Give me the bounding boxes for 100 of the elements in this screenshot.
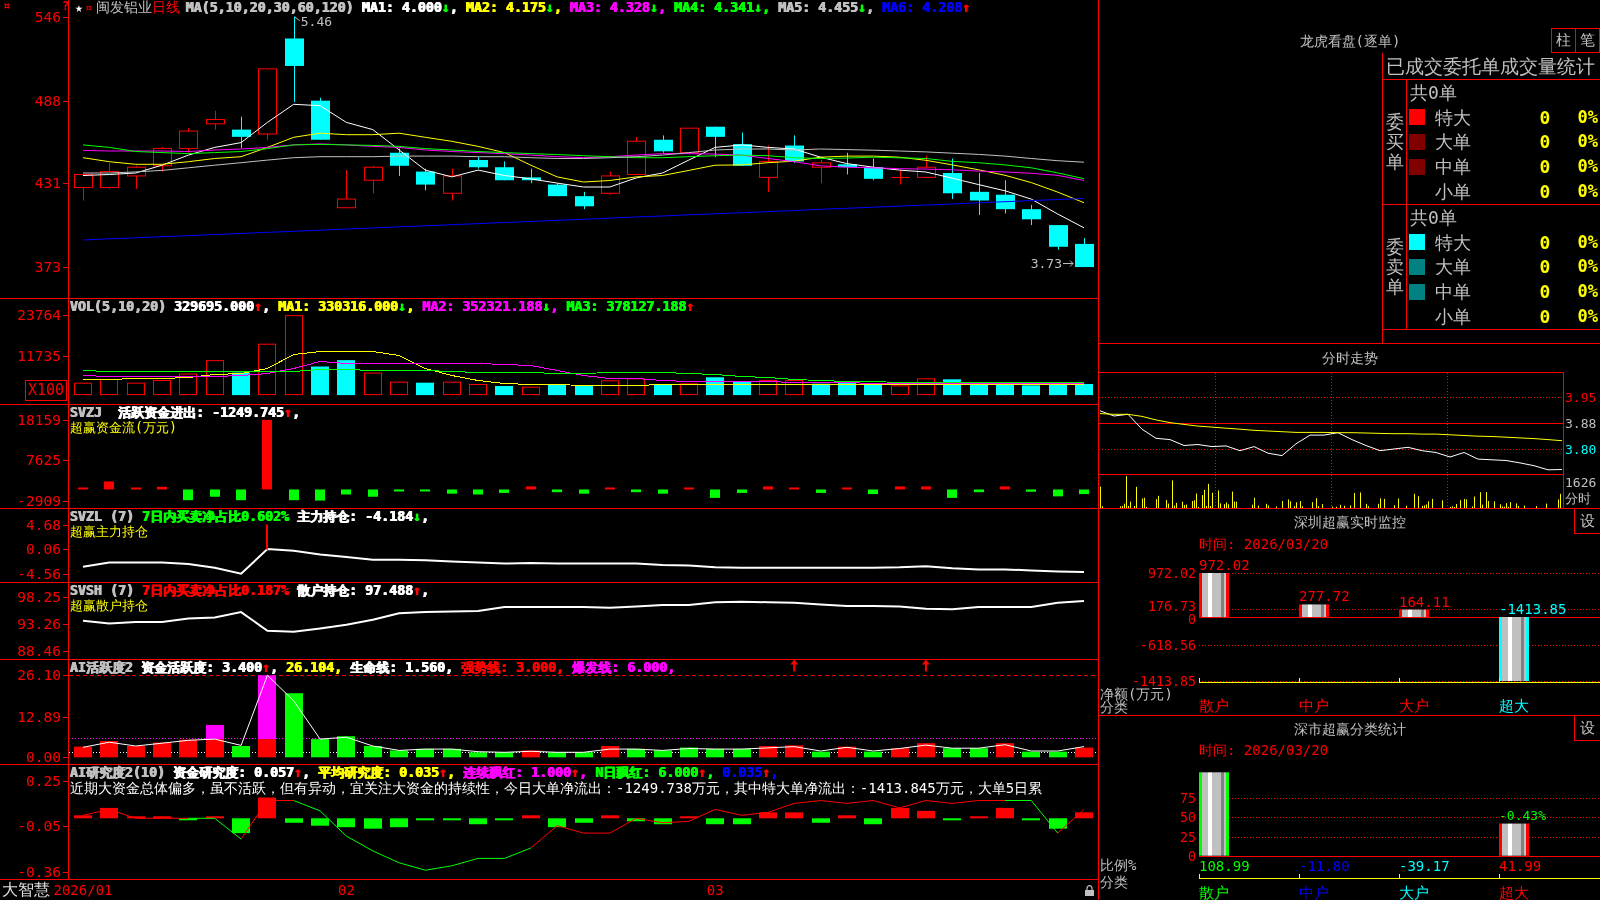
order-count: 0 (1539, 256, 1551, 278)
order-count: 0 (1539, 156, 1551, 178)
time-label: 时间: 2026/03/20 (1199, 742, 1329, 758)
axis-tick-label: 431 (34, 176, 61, 190)
price-label: 5.46 (300, 13, 333, 29)
axis-tick-label: 176.73 (1147, 600, 1196, 613)
order-total: 共0单 (1410, 81, 1457, 103)
candlestick (680, 127, 699, 155)
panel-title: 龙虎看盘(逐单) (1299, 31, 1401, 50)
indicator-readout: SVSH (7) 7日内买卖净占比0.187% 散户持仓: 97.488↑, (70, 583, 430, 598)
candlestick (469, 156, 488, 170)
order-size-label: 大单 (1435, 256, 1471, 278)
time-label: 时间: 2026/03/20 (1199, 535, 1329, 552)
axis-tick-label: 23764 (17, 308, 61, 322)
help-icon[interactable]: ? (62, 0, 70, 12)
section-title: 深圳超赢实时监控 (1293, 512, 1406, 531)
candlestick (654, 134, 673, 154)
axis-tick-label: 3.88 (1565, 416, 1597, 430)
candlestick (390, 147, 409, 177)
order-percent: 0% (1577, 156, 1598, 178)
order-count: 0 (1539, 281, 1551, 303)
candlestick (74, 173, 93, 201)
value-label: -39.17 (1399, 858, 1450, 874)
category-label: 大户 (1399, 697, 1429, 715)
candlestick (812, 159, 831, 184)
candlestick (733, 132, 752, 167)
order-percent: 0% (1577, 106, 1598, 128)
indicator-readout: VOL(5,10,20) 329695.000↑, MA1: 330316.000↓, MA2: 352321.188↓, MA3: 378127.188↑ (70, 299, 695, 314)
view-toggle-button[interactable]: 笔 (1575, 28, 1600, 53)
axis-tick-label: 972.02 (1147, 566, 1196, 580)
axis-tick-label: 0 (1188, 849, 1196, 863)
table-title: 已成交委托单成交量统计 (1386, 55, 1595, 77)
star-icon[interactable]: ★ (75, 0, 83, 15)
section-title: 深市超赢分类统计 (1293, 719, 1406, 738)
order-count: 0 (1539, 181, 1551, 203)
order-size-label: 特大 (1435, 106, 1471, 128)
order-size-label: 中单 (1435, 281, 1471, 303)
candlestick (548, 182, 567, 197)
candlestick (495, 160, 514, 181)
axis-tick-label: 0.06 (26, 542, 61, 556)
candlestick (416, 168, 435, 191)
category-label: 中户 (1299, 884, 1329, 900)
order-count: 0 (1539, 131, 1551, 153)
stock-name: 闽发铝业 (95, 0, 152, 15)
currency-sign-icon[interactable]: ¤ (3, 0, 11, 12)
lock-icon[interactable] (1085, 884, 1094, 896)
category-label: 大户 (1399, 884, 1429, 900)
indicator-readout: AI活跃度2 资金活跃度: 3.400↑, 26.104, 生命线: 1.560, 强势线: 3.000, 爆发线: 6.000, (70, 660, 676, 675)
axis-tick-label: 18159 (17, 413, 61, 427)
settings-button[interactable]: 设 (1574, 509, 1600, 534)
price-label: 3.73 (1030, 256, 1062, 272)
candlestick (706, 126, 725, 158)
candlestick (1022, 204, 1041, 226)
candlestick (1075, 237, 1094, 268)
candlestick (311, 97, 330, 141)
category-label: 散户 (1199, 697, 1229, 715)
change-label: -0.43% (1499, 807, 1546, 823)
axis-tick-label: 93.26 (17, 617, 61, 631)
value-label: -11.80 (1299, 858, 1350, 874)
order-percent: 0% (1577, 181, 1598, 203)
order-percent: 0% (1577, 281, 1598, 303)
indicator-title: 超赢散户持仓 (70, 598, 148, 613)
axis-tick-label: 98.25 (17, 590, 61, 604)
app-name: 大智慧 (2, 881, 50, 899)
candlestick (179, 127, 198, 154)
commentary-text: 近期大资金总体偏多，虽不活跃，但有异动，宜关注大资金的持续性，今日大单净流出：-1249.738万元，其中特大单净流出：-1413.845万元，大单5日累 (70, 780, 1043, 796)
category-label: 中户 (1299, 697, 1329, 715)
candlestick (917, 155, 936, 178)
section-title: 分时走势 (1321, 349, 1378, 367)
view-toggle-button[interactable]: 柱 (1551, 28, 1576, 53)
order-size-label: 小单 (1435, 306, 1471, 328)
axis-tick-label: 88.46 (17, 644, 61, 658)
value-label: 41.99 (1499, 858, 1542, 874)
indicator-title: 超赢主力持仓 (70, 524, 148, 539)
axis-tick-label: -2909 (17, 494, 61, 508)
candlestick (100, 162, 119, 190)
axis-tick-label: 0.25 (26, 774, 61, 788)
group-label: 委买单 (1385, 112, 1404, 172)
value-label: 972.02 (1199, 557, 1250, 573)
order-size-label: 中单 (1435, 156, 1471, 178)
axis-tick-label: 0 (1188, 613, 1196, 626)
order-size-label: 特大 (1435, 231, 1471, 253)
axis-tick-label: -618.56 (1139, 638, 1196, 652)
order-size-label: 小单 (1435, 181, 1471, 203)
axis-title: 分类 (1099, 874, 1128, 891)
candlestick (364, 165, 383, 194)
indicator-title: 超赢资金流(万元) (70, 420, 177, 435)
axis-tick-label: 25 (1180, 830, 1196, 844)
settings-button[interactable]: 设 (1574, 716, 1600, 741)
currency-sign-icon: ¤ (84, 0, 93, 15)
candlestick (232, 116, 251, 149)
candlestick (575, 191, 594, 210)
candlestick (838, 152, 857, 175)
candlestick (996, 179, 1015, 214)
axis-title: 分类 (1099, 701, 1128, 714)
order-count: 0 (1539, 231, 1551, 253)
order-total: 共0单 (1410, 206, 1457, 228)
indicator-readout: SVZL (7) 7日内买卖净占比0.602% 主力持仓: -4.184↓, (70, 509, 430, 524)
candlestick (1049, 224, 1068, 251)
axis-tick-label: -0.05 (17, 819, 61, 833)
